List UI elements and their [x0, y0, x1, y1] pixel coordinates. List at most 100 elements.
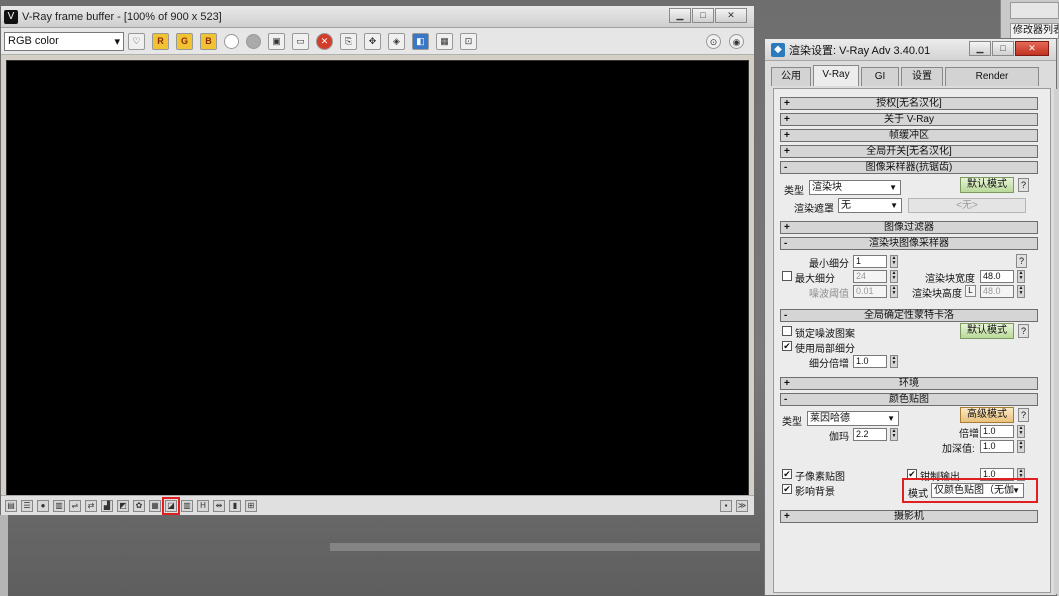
- modifier-list-dropdown[interactable]: 修改器列表: [1010, 23, 1059, 39]
- hue-saturation-icon[interactable]: ✿: [133, 499, 145, 512]
- exposure-icon[interactable]: ⇄: [85, 499, 97, 512]
- spinner-arrows-icon[interactable]: ▲ ▼: [1017, 425, 1025, 438]
- advanced-mode-button[interactable]: 高级模式: [960, 407, 1014, 423]
- dmc-default-mode-button[interactable]: 默认模式: [960, 323, 1014, 339]
- alpha-white-icon[interactable]: [224, 33, 239, 49]
- maximize-button[interactable]: □: [692, 8, 714, 23]
- region-select-icon[interactable]: ⊡: [460, 32, 477, 50]
- rollout-global-dmc[interactable]: - 全局确定性蒙特卡洛: [780, 309, 1038, 322]
- green-channel-icon[interactable]: G: [176, 32, 193, 50]
- channel-select[interactable]: RGB color ▾: [4, 31, 124, 51]
- hflip-icon[interactable]: H: [197, 499, 209, 512]
- history-icon[interactable]: ▤: [5, 499, 17, 512]
- noise-threshold-field[interactable]: 0.01: [853, 285, 887, 298]
- rollout-image-filter[interactable]: + 图像过滤器: [780, 221, 1038, 234]
- tab-settings[interactable]: 设置: [901, 67, 943, 86]
- close-button[interactable]: ✕: [715, 8, 747, 23]
- lock-icon[interactable]: L: [965, 285, 976, 297]
- rollout-camera[interactable]: + 摄影机: [780, 510, 1038, 523]
- rs-titlebar[interactable]: ◆ 渲染设置: V-Ray Adv 3.40.01 ▁ □ ✕: [765, 39, 1056, 61]
- levels-icon[interactable]: ▥: [53, 499, 65, 512]
- gamma-field[interactable]: 2.2: [853, 428, 887, 441]
- subdivs-mult-field[interactable]: 1.0: [853, 355, 887, 368]
- spinner-arrows-icon[interactable]: ▲ ▼: [890, 428, 898, 441]
- rs-close-button[interactable]: ✕: [1015, 41, 1049, 56]
- save-icon[interactable]: ▣: [268, 32, 285, 50]
- dmc-help-button[interactable]: ?: [1018, 324, 1029, 338]
- minimize-button[interactable]: ▁: [669, 8, 691, 23]
- cm-type-dropdown[interactable]: 莱因哈德 ▼: [807, 411, 899, 426]
- subpixel-checkbox[interactable]: ✔: [782, 469, 792, 479]
- panel-scrollbar[interactable]: [1054, 89, 1059, 594]
- help-button[interactable]: ?: [1018, 178, 1029, 192]
- tab-vray[interactable]: V-Ray: [813, 65, 859, 86]
- track-mouse-icon[interactable]: ✥: [364, 32, 381, 50]
- rs-minimize-button[interactable]: ▁: [969, 41, 991, 56]
- color-balance-sb-icon[interactable]: ▦: [149, 499, 161, 512]
- link-to-max-icon[interactable]: ◧: [412, 32, 429, 50]
- spinner-arrows-icon[interactable]: ▲ ▼: [890, 285, 898, 298]
- burn-field[interactable]: 1.0: [980, 440, 1014, 453]
- clear-icon[interactable]: ✕: [316, 32, 333, 50]
- red-channel-icon[interactable]: R: [152, 32, 169, 50]
- lock-noise-checkbox[interactable]: [782, 326, 792, 336]
- duplicate-icon[interactable]: ⎘: [340, 32, 357, 50]
- curve-icon[interactable]: ⇌: [69, 499, 81, 512]
- tab-common[interactable]: 公用: [771, 67, 811, 86]
- spinner-arrows-icon[interactable]: ▲ ▼: [1017, 285, 1025, 298]
- render-icon[interactable]: ◉: [729, 34, 744, 49]
- min-subdivs-field[interactable]: 1: [853, 255, 887, 268]
- tab-render-elements[interactable]: Render Elements: [945, 67, 1039, 100]
- expand-icon[interactable]: ≫: [736, 500, 748, 512]
- rollout-global-switches[interactable]: + 全局开关[无名汉化]: [780, 145, 1038, 158]
- spinner-arrows-icon[interactable]: ▲ ▼: [890, 255, 898, 268]
- tab-gi[interactable]: GI: [861, 67, 899, 86]
- lut-icon[interactable]: ▥: [181, 499, 193, 512]
- rollout-image-sampler[interactable]: - 图像采样器(抗锯齿): [780, 161, 1038, 174]
- panel-toggle-icon[interactable]: ▪: [720, 500, 732, 512]
- vfb-titlebar[interactable]: V V-Ray frame buffer - [100% of 900 x 52…: [1, 6, 754, 28]
- spinner-arrows-icon[interactable]: ▲ ▼: [1017, 440, 1025, 453]
- load-icon[interactable]: ▭: [292, 32, 309, 50]
- rollout-color-mapping[interactable]: - 颜色贴图: [780, 393, 1038, 406]
- sampler-type-dropdown[interactable]: 渲染块 ▼: [809, 180, 901, 195]
- bucket-help-button[interactable]: ?: [1016, 254, 1027, 268]
- spinner-arrows-icon[interactable]: ▲ ▼: [890, 355, 898, 368]
- rollout-license[interactable]: + 授权[无名汉化]: [780, 97, 1038, 110]
- compare-icon[interactable]: ▮: [229, 499, 241, 512]
- command-panel-field[interactable]: [1010, 2, 1059, 19]
- vflip-icon[interactable]: ⇹: [213, 499, 225, 512]
- bucket-height-field[interactable]: 48.0: [980, 285, 1014, 298]
- render-last-icon[interactable]: ▦: [436, 32, 453, 50]
- mask-none-button[interactable]: <无>: [908, 198, 1026, 213]
- color-balance-icon[interactable]: ♡: [128, 32, 145, 50]
- spinner-arrows-icon[interactable]: ▲ ▼: [890, 270, 898, 283]
- render-mask-dropdown[interactable]: 无 ▼: [838, 198, 902, 213]
- render-canvas[interactable]: [6, 60, 749, 496]
- info-icon[interactable]: ●: [37, 499, 49, 512]
- chevron-down-icon: ▼: [890, 201, 898, 210]
- multiplier-field[interactable]: 1.0: [980, 425, 1014, 438]
- white-balance-icon[interactable]: ◩: [117, 499, 129, 512]
- rollout-bucket-sampler[interactable]: - 渲染块图像采样器: [780, 237, 1038, 250]
- display-colorspace-icon[interactable]: ◪: [162, 496, 180, 515]
- rollout-framebuffer[interactable]: + 帧缓冲区: [780, 129, 1038, 142]
- use-local-subdivs-checkbox[interactable]: ✔: [782, 341, 792, 351]
- affect-bg-checkbox[interactable]: ✔: [782, 484, 792, 494]
- region-render-icon[interactable]: ◈: [388, 32, 405, 50]
- blue-channel-icon[interactable]: B: [200, 32, 217, 50]
- spinner-arrows-icon[interactable]: ▲ ▼: [1017, 270, 1025, 283]
- stop-render-icon[interactable]: ⊙: [706, 34, 721, 49]
- pixel-aspect-icon[interactable]: ⊞: [245, 499, 257, 512]
- max-subdivs-field[interactable]: 24: [853, 270, 887, 283]
- rollout-environment[interactable]: + 环境: [780, 377, 1038, 390]
- rollout-about[interactable]: + 关于 V-Ray: [780, 113, 1038, 126]
- cm-help-button[interactable]: ?: [1018, 408, 1029, 422]
- rs-maximize-button[interactable]: □: [992, 41, 1014, 56]
- default-mode-button[interactable]: 默认模式: [960, 177, 1014, 193]
- histogram-icon[interactable]: ▟: [101, 499, 113, 512]
- lens-effects-icon[interactable]: ☰: [21, 499, 33, 512]
- bucket-width-field[interactable]: 48.0: [980, 270, 1014, 283]
- mono-gray-icon[interactable]: [246, 33, 261, 49]
- max-subdivs-checkbox[interactable]: [782, 271, 792, 281]
